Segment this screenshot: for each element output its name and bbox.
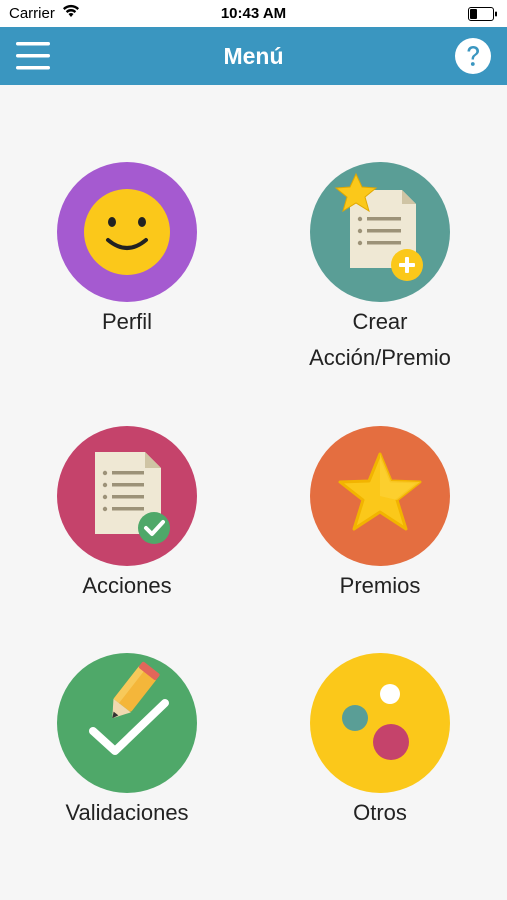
crear-circle bbox=[310, 162, 450, 302]
smiley-face-icon bbox=[84, 189, 170, 275]
crear-label-line2: Acción/Premio bbox=[309, 345, 451, 370]
crear-label-line1: Crear bbox=[352, 309, 408, 334]
validaciones-label: Validaciones bbox=[65, 800, 189, 825]
validaciones-circle bbox=[57, 653, 197, 793]
document-check-icon bbox=[95, 452, 170, 544]
nav-bar: Menú bbox=[0, 27, 507, 85]
acciones-circle bbox=[57, 426, 197, 566]
battery-icon bbox=[468, 7, 498, 25]
menu-item-crear[interactable]: Crear Acción/Premio bbox=[260, 162, 500, 376]
crear-label: Crear Acción/Premio bbox=[260, 304, 500, 376]
otros-circle bbox=[310, 653, 450, 793]
perfil-circle bbox=[57, 162, 197, 302]
menu-item-premios[interactable]: Premios bbox=[260, 426, 500, 604]
question-mark-icon[interactable] bbox=[455, 38, 491, 74]
document-star-add-icon bbox=[334, 172, 423, 281]
otros-label: Otros bbox=[353, 800, 407, 825]
perfil-label: Perfil bbox=[101, 309, 153, 334]
acciones-label: Acciones bbox=[82, 573, 172, 598]
clock-time: 10:43 AM bbox=[220, 5, 287, 22]
menu-item-validaciones[interactable]: Validaciones bbox=[7, 653, 247, 831]
pencil-check-icon bbox=[89, 661, 169, 755]
page-title: Menú bbox=[223, 43, 284, 69]
dots-icon bbox=[342, 684, 409, 760]
star-icon bbox=[338, 452, 422, 531]
premios-circle bbox=[310, 426, 450, 566]
hamburger-menu-icon[interactable] bbox=[14, 40, 52, 72]
menu-item-perfil[interactable]: Perfil bbox=[7, 162, 247, 340]
menu-item-otros[interactable]: Otros bbox=[260, 653, 500, 831]
premios-label: Premios bbox=[339, 573, 421, 598]
status-bar: Carrier 10:43 AM bbox=[0, 0, 507, 27]
menu-item-acciones[interactable]: Acciones bbox=[7, 426, 247, 604]
